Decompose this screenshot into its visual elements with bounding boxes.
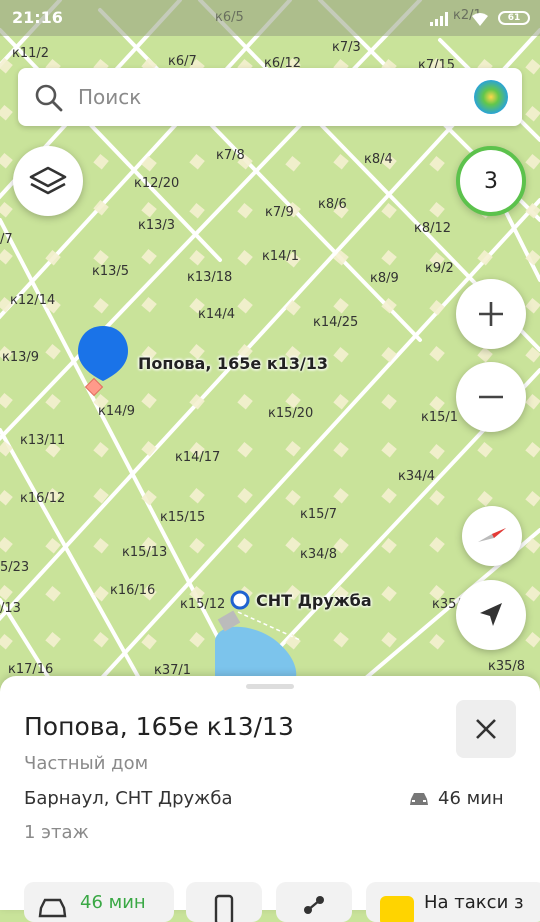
place-floors: 1 этаж (24, 822, 89, 843)
plot-label: к8/9 (370, 271, 399, 286)
plot-label: к13/11 (20, 433, 66, 448)
plot-label: /13 (0, 601, 21, 616)
status-time: 21:16 (12, 8, 63, 27)
plot-label: к15/15 (160, 510, 206, 525)
plot-label: к13/18 (187, 270, 233, 285)
plot-label: к14/17 (175, 450, 221, 465)
traffic-level-button[interactable]: 3 (456, 146, 526, 216)
drive-time: 46 мин (408, 788, 504, 809)
plot-label: к15/13 (122, 545, 168, 560)
my-location-button[interactable] (456, 580, 526, 650)
plot-label: к13/3 (138, 218, 176, 233)
plot-label: к15/12 (180, 597, 226, 612)
plot-label: к13/5 (92, 264, 130, 279)
plot-label: к16/16 (110, 583, 156, 598)
plot-label: к7/3 (332, 40, 361, 55)
bus-stop-icon[interactable] (230, 590, 250, 610)
car-icon (38, 898, 67, 918)
place-title: Попова, 165е к13/13 (24, 712, 294, 741)
close-button[interactable] (456, 700, 516, 758)
drive-time-value: 46 мин (438, 788, 504, 809)
status-bar: 21:16 61 (0, 0, 540, 36)
plot-label: к34/8 (300, 547, 338, 562)
search-bar[interactable]: Поиск (18, 68, 522, 126)
close-icon (476, 719, 496, 739)
plot-label: к11/2 (12, 46, 50, 61)
phone-icon (214, 894, 234, 922)
place-address: Барнаул, СНТ Дружба (24, 788, 233, 809)
place-type: Частный дом (24, 753, 149, 774)
share-icon (304, 896, 324, 914)
plus-icon (479, 302, 503, 326)
plot-label: к7/9 (265, 205, 294, 220)
plot-label: к6/7 (168, 54, 197, 69)
plot-label: к8/12 (414, 221, 452, 236)
plot-label: к35/8 (488, 659, 526, 674)
compass-button[interactable] (462, 506, 522, 566)
compass-icon (478, 528, 506, 542)
plot-label: к7/8 (216, 148, 245, 163)
plot-label: к14/4 (198, 307, 236, 322)
taxi-icon (380, 896, 414, 922)
layers-button[interactable] (13, 146, 83, 216)
alice-voice-assistant-icon[interactable] (473, 79, 509, 115)
plot-label: к8/6 (318, 197, 347, 212)
route-by-car-button[interactable]: 46 мин (24, 882, 174, 922)
share-button[interactable] (276, 882, 352, 922)
plot-label: к34/4 (398, 469, 436, 484)
place-card[interactable]: Попова, 165е к13/13 Частный дом Барнаул,… (0, 676, 540, 922)
car-icon (410, 792, 428, 805)
plot-label: к15/1 (421, 410, 459, 425)
plot-label: 5/23 (0, 560, 30, 575)
plot-label: к9/2 (425, 261, 454, 276)
minus-icon (479, 395, 503, 399)
plot-label: к16/12 (20, 491, 66, 506)
layers-icon (29, 166, 67, 195)
plot-label: к14/25 (313, 315, 359, 330)
traffic-level: 3 (484, 168, 498, 194)
plot-label: к12/20 (134, 176, 180, 191)
selected-place-label[interactable]: Попова, 165е к13/13 (138, 354, 328, 373)
plot-label: к17/16 (8, 662, 54, 677)
plot-label: к14/1 (262, 249, 300, 264)
plot-label: к8/4 (364, 152, 393, 167)
taxi-button[interactable]: На такси з (366, 882, 540, 922)
plot-label: к13/9 (2, 350, 40, 365)
search-icon (35, 84, 63, 112)
wifi-icon (472, 13, 488, 26)
signal-icon (430, 12, 448, 26)
plot-label: к14/9 (98, 404, 136, 419)
plot-label: к12/14 (10, 293, 56, 308)
zoom-out-button[interactable] (456, 362, 526, 432)
plot-label: к15/7 (300, 507, 338, 522)
plot-label: /7 (0, 232, 13, 247)
bus-stop-label[interactable]: СНТ Дружба (256, 591, 372, 610)
sheet-handle[interactable] (246, 684, 294, 689)
battery-icon: 61 (498, 11, 530, 25)
navigation-arrow-icon (480, 603, 502, 626)
plot-label: к15/20 (268, 406, 314, 421)
zoom-in-button[interactable] (456, 279, 526, 349)
search-input[interactable]: Поиск (78, 85, 141, 109)
call-button[interactable] (186, 882, 262, 922)
